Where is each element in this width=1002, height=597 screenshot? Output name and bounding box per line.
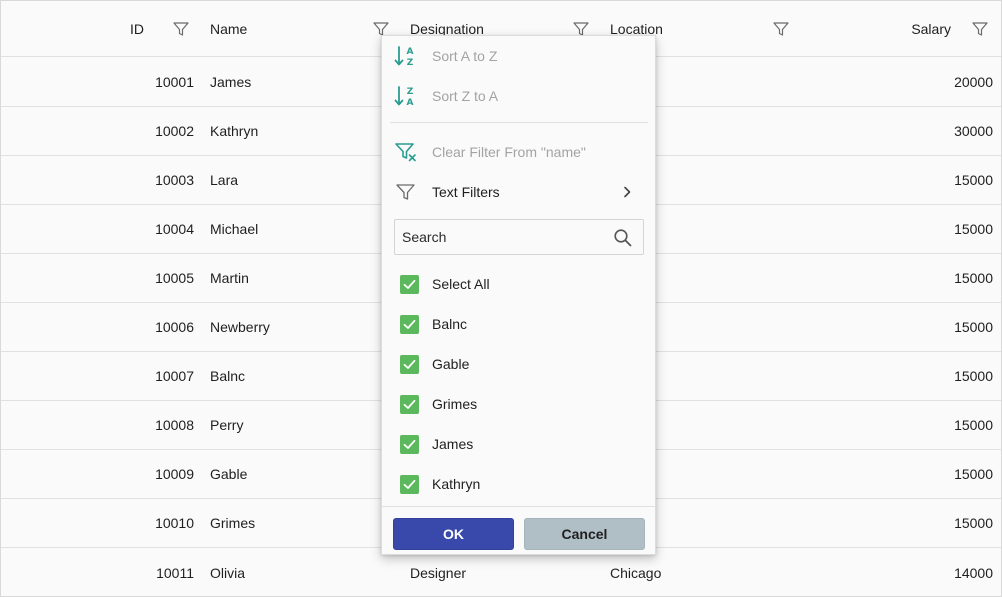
sort-descending-item[interactable]: Z A Sort Z to A: [382, 76, 655, 116]
cell-id: 10011: [156, 564, 194, 581]
cell-name: Gable: [210, 466, 248, 482]
filter-checkbox-item[interactable]: Gable: [400, 344, 640, 384]
filter-icon[interactable]: [772, 20, 790, 38]
cell-salary: 15000: [954, 221, 993, 237]
menu-separator: [390, 122, 648, 123]
sort-descending-icon: Z A: [394, 84, 418, 108]
cell-salary: 15000: [954, 417, 993, 433]
filter-icon[interactable]: [971, 20, 989, 38]
svg-text:A: A: [407, 47, 414, 57]
checkbox-checked-icon[interactable]: [400, 474, 419, 494]
cell-name: Michael: [210, 221, 259, 237]
svg-text:A: A: [407, 98, 414, 108]
cell-name: Grimes: [210, 515, 256, 531]
cell-salary: 15000: [954, 515, 993, 531]
checkbox-checked-icon[interactable]: [400, 434, 419, 454]
cell-salary: 14000: [954, 564, 993, 581]
cell-name: Lara: [210, 172, 239, 188]
sort-ascending-item[interactable]: A Z Sort A to Z: [382, 36, 655, 76]
cell-id: 10009: [155, 466, 194, 482]
cell-salary: 20000: [954, 74, 993, 90]
cell-salary: 15000: [954, 270, 993, 286]
cell-id: 10006: [155, 319, 194, 335]
cell-id: 10005: [155, 270, 194, 286]
cell-salary: 15000: [954, 172, 993, 188]
search-icon[interactable]: [613, 228, 633, 248]
select-all-checkbox-item[interactable]: Select All: [400, 264, 640, 304]
search-field[interactable]: [394, 219, 644, 255]
checkbox-label: Select All: [432, 276, 490, 292]
cell-id: 10008: [155, 417, 194, 433]
checkbox-checked-icon[interactable]: [400, 314, 419, 334]
clear-filter-icon: [394, 140, 418, 164]
filter-checkbox-item[interactable]: James: [400, 424, 640, 464]
checkbox-checked-icon[interactable]: [400, 354, 419, 374]
filter-checkbox-item[interactable]: Kathryn: [400, 464, 640, 504]
header-name-label: Name: [210, 20, 248, 37]
footer-separator: [382, 506, 655, 507]
cell-id: 10002: [155, 123, 194, 139]
checkbox-label: Grimes: [432, 396, 478, 412]
cell-id: 10007: [155, 368, 194, 384]
filter-checkbox-item[interactable]: Grimes: [400, 384, 640, 424]
cell-salary: 15000: [954, 319, 993, 335]
clear-filter-label: Clear Filter From "name": [432, 144, 586, 160]
cell-name: Martin: [210, 270, 249, 286]
sort-ascending-label: Sort A to Z: [432, 48, 498, 64]
text-filters-item[interactable]: Text Filters: [382, 172, 655, 212]
sort-ascending-icon: A Z: [394, 44, 418, 68]
cell-location: Chicago: [610, 564, 662, 581]
ok-button[interactable]: OK: [393, 518, 514, 550]
table-row[interactable]: 10011 Olivia Designer Chicago 14000: [1, 548, 1001, 597]
cell-salary: 30000: [954, 123, 993, 139]
header-salary-label: Salary: [911, 20, 951, 37]
cell-salary: 15000: [954, 368, 993, 384]
chevron-right-icon: [619, 184, 635, 200]
checkbox-label: Balnc: [432, 316, 468, 332]
cell-id: 10001: [155, 74, 194, 90]
checkbox-label: Gable: [432, 356, 470, 372]
cell-name: Balnc: [210, 368, 246, 384]
checkbox-checked-icon[interactable]: [400, 394, 419, 414]
search-input[interactable]: [402, 229, 602, 245]
checkbox-checked-icon[interactable]: [400, 274, 419, 294]
cell-id: 10010: [155, 515, 194, 531]
checkbox-label: James: [432, 436, 474, 452]
cell-name: Newberry: [210, 319, 270, 335]
filter-icon: [394, 180, 418, 204]
svg-text:Z: Z: [407, 87, 414, 97]
cell-name: James: [210, 74, 252, 90]
cell-id: 10004: [155, 221, 194, 237]
header-id-label: ID: [130, 20, 144, 37]
filter-popup: A Z Sort A to Z Z A Sort Z to A Clear Fi…: [381, 35, 656, 555]
svg-text:Z: Z: [407, 58, 414, 68]
cell-name: Perry: [210, 417, 244, 433]
filter-icon[interactable]: [172, 20, 190, 38]
sort-descending-label: Sort Z to A: [432, 88, 499, 104]
cell-salary: 15000: [954, 466, 993, 482]
checkbox-label: Kathryn: [432, 476, 481, 492]
cell-id: 10003: [155, 172, 194, 188]
text-filters-label: Text Filters: [432, 184, 500, 200]
cell-designation: Designer: [410, 564, 467, 581]
cancel-button[interactable]: Cancel: [524, 518, 645, 550]
filter-checkbox-item[interactable]: Balnc: [400, 304, 640, 344]
cell-name: Olivia: [210, 564, 246, 581]
cell-name: Kathryn: [210, 123, 259, 139]
clear-filter-item[interactable]: Clear Filter From "name": [382, 132, 655, 172]
